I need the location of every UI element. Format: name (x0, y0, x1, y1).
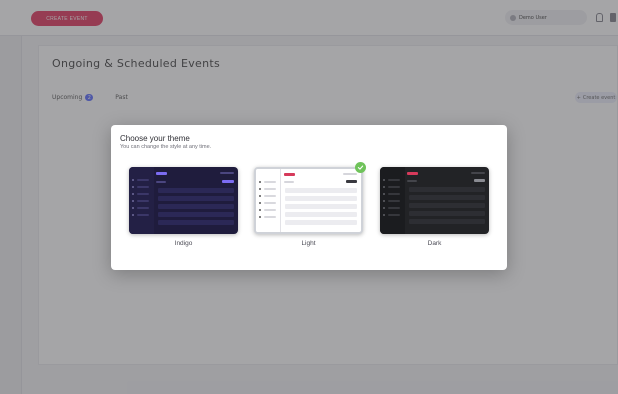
theme-preview-dark (380, 167, 489, 234)
theme-option-light[interactable]: Light (254, 162, 366, 254)
theme-option-indigo[interactable]: Indigo (129, 167, 238, 254)
check-icon (355, 162, 366, 173)
modal-subtitle: You can change the style at any time. (120, 144, 212, 150)
modal-title: Choose your theme (120, 134, 190, 143)
theme-modal: Choose your theme You can change the sty… (111, 125, 507, 270)
theme-label: Dark (427, 240, 442, 247)
theme-label: Light (301, 240, 316, 247)
theme-option-dark[interactable]: Dark (380, 167, 489, 254)
theme-preview-indigo (129, 167, 238, 234)
theme-label: Indigo (174, 240, 193, 247)
theme-preview-light (254, 167, 363, 234)
